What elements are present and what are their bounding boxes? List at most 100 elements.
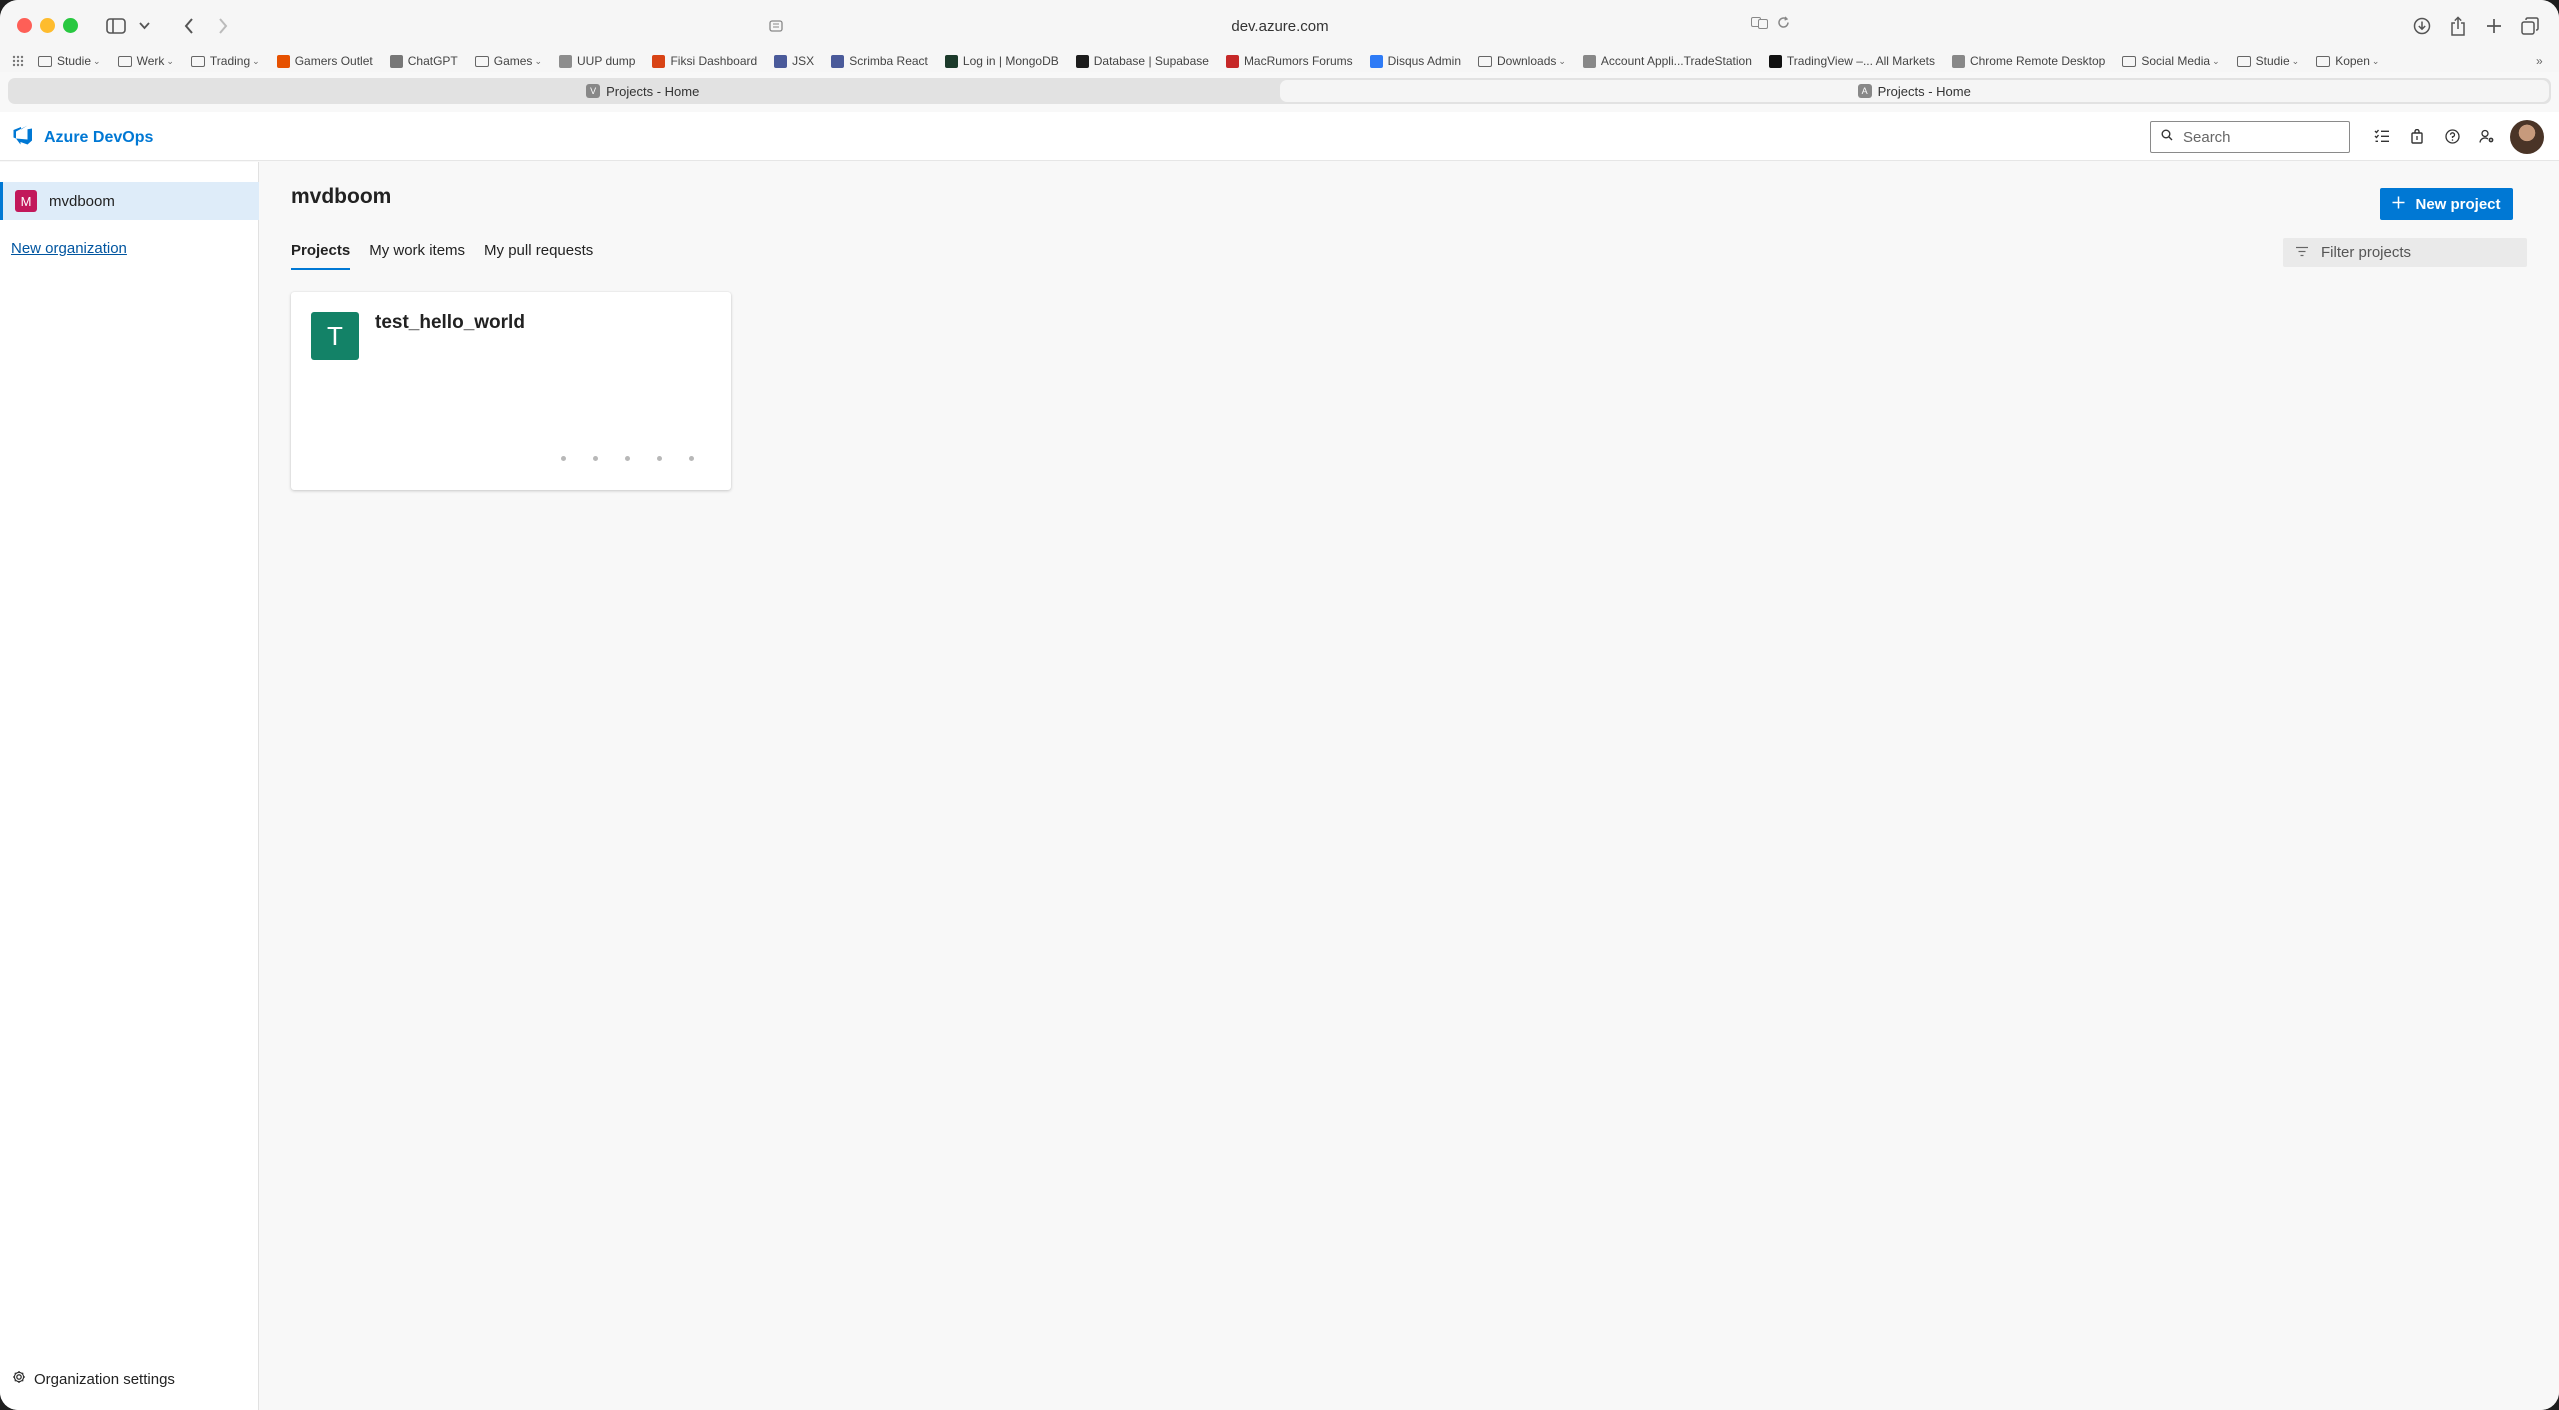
browser-toolbar: dev.azure.com [0,0,2559,52]
translate-icon[interactable] [1751,16,1769,32]
tab-my-pull-requests[interactable]: My pull requests [484,242,593,270]
bookmark-folder[interactable]: Downloads ⌄ [1478,54,1566,68]
close-window-button[interactable] [17,18,32,33]
forward-arrow-icon[interactable] [212,12,234,40]
organization-settings-link[interactable]: Organization settings [12,1370,175,1388]
browser-tab-active[interactable]: A Projects - Home [1279,80,2549,102]
bookmark-folder[interactable]: Werk ⌄ [117,54,174,68]
marketplace-bag-icon[interactable] [2405,124,2429,148]
bookmark-folder[interactable]: Kopen ⌄ [2316,54,2379,68]
folder-icon [1478,55,1492,67]
bookmark-label: JSX [792,54,815,68]
reload-icon[interactable] [1777,16,1790,32]
favicon-icon [276,54,290,68]
bookmark-link[interactable]: Chrome Remote Desktop [1951,54,2106,68]
bookmarks-grid-icon[interactable] [12,55,24,67]
bookmark-label: Chrome Remote Desktop [1969,54,2106,68]
sidebar-item-organization[interactable]: M mvdboom [0,182,259,220]
folder-icon [117,55,132,67]
browser-tab[interactable]: V Projects - Home [8,78,1278,104]
bookmark-link[interactable]: MacRumors Forums [1225,54,1353,68]
favicon-icon [558,54,572,68]
favicon-icon [1369,54,1383,68]
search-input[interactable] [2183,128,2333,146]
bookmark-link[interactable]: Disqus Admin [1369,54,1461,68]
bookmark-label: TradingView –... All Markets [1786,54,1935,68]
bookmarks-bar: Studie ⌄ Werk ⌄ Trading ⌄ Gamers Outlet ChatGPT… [0,50,2559,72]
tab-overview-icon[interactable] [2518,12,2542,40]
search-box[interactable] [2150,121,2350,153]
bookmark-label: Kopen [2335,54,2370,68]
azure-devops-logo-link[interactable]: Azure DevOps [12,124,153,151]
bookmark-label: Downloads [1497,54,1557,68]
chevron-down-icon[interactable] [136,12,152,40]
bookmark-link[interactable]: Scrimba React [831,54,928,68]
chevron-down-icon: ⌄ [2371,55,2380,66]
bookmark-label: MacRumors Forums [1243,54,1353,68]
new-tab-icon[interactable] [2482,12,2506,40]
more-bookmarks-icon[interactable]: » [2536,54,2543,68]
loading-dot [689,456,694,461]
share-icon[interactable] [2446,12,2470,40]
ado-top-header: Azure DevOps [0,112,2559,161]
azure-devops-logo-icon [12,124,34,151]
chevron-down-icon: ⌄ [2291,55,2300,66]
page-settings-icon[interactable] [766,16,786,36]
bookmark-link[interactable]: TradingView –... All Markets [1768,54,1935,68]
filter-projects-input[interactable] [2321,244,2521,261]
bookmark-link[interactable]: Database | Supabase [1075,54,1209,68]
bookmark-link[interactable]: Account Appli...TradeStation [1582,54,1752,68]
loading-dot [561,456,566,461]
bookmark-link[interactable]: UUP dump [558,54,635,68]
bookmark-label: Fiksi Dashboard [670,54,758,68]
favicon-icon [774,54,788,68]
project-name[interactable]: test_hello_world [375,312,525,334]
maximize-window-button[interactable] [63,18,78,33]
bookmark-folder[interactable]: Games ⌄ [474,54,542,68]
downloads-icon[interactable] [2410,12,2434,40]
tab-title: Projects - Home [1877,83,1971,99]
bookmark-folder[interactable]: Social Media ⌄ [2122,54,2220,68]
bookmark-link[interactable]: ChatGPT [389,54,458,68]
bookmark-label: Trading [209,54,251,68]
tab-projects[interactable]: Projects [291,242,351,270]
tab-title: Projects - Home [606,83,700,99]
new-organization-link[interactable]: New organization [11,240,127,257]
filter-projects-box[interactable] [2283,238,2527,267]
bookmark-folder[interactable]: Trading ⌄ [190,54,260,68]
loading-dots [561,456,694,461]
help-icon[interactable] [2440,124,2464,148]
project-card[interactable]: T test_hello_world [291,292,731,490]
bookmark-link[interactable]: JSX [774,54,814,68]
address-bar[interactable]: dev.azure.com [760,10,1800,42]
user-settings-icon[interactable] [2475,124,2499,148]
bookmark-label: Disqus Admin [1387,54,1461,68]
plus-icon [2392,196,2405,213]
bookmark-folder[interactable]: Studie ⌄ [38,54,101,68]
back-arrow-icon[interactable] [178,12,200,40]
minimize-window-button[interactable] [40,18,55,33]
bookmark-link[interactable]: Fiksi Dashboard [652,54,757,68]
bookmark-folder[interactable]: Studie ⌄ [2236,54,2300,68]
tab-my-work-items[interactable]: My work items [369,242,465,270]
user-avatar[interactable] [2510,120,2544,154]
bookmark-label: Werk [136,54,165,68]
bookmark-label: Gamers Outlet [294,54,373,68]
bookmark-label: Social Media [2141,54,2211,68]
new-project-button[interactable]: New project [2380,188,2513,220]
bookmark-link[interactable]: Gamers Outlet [276,54,373,68]
pivot-tabs: Projects My work items My pull requests [291,242,593,270]
bookmark-label: Games [493,54,533,68]
org-badge: M [15,190,37,212]
bookmark-label: ChatGPT [407,54,458,68]
org-name: mvdboom [49,192,115,210]
sidebar-toggle-icon[interactable] [104,12,128,40]
bookmark-link[interactable]: Log in | MongoDB [944,54,1059,68]
org-sidebar: M mvdboom New organization Organization … [0,162,259,1410]
loading-dot [593,456,598,461]
favicon-icon [1951,54,1965,68]
bookmark-label: Log in | MongoDB [962,54,1059,68]
tab-favicon: V [586,84,601,98]
favicon-icon [1768,54,1782,68]
work-items-list-icon[interactable] [2370,124,2394,148]
